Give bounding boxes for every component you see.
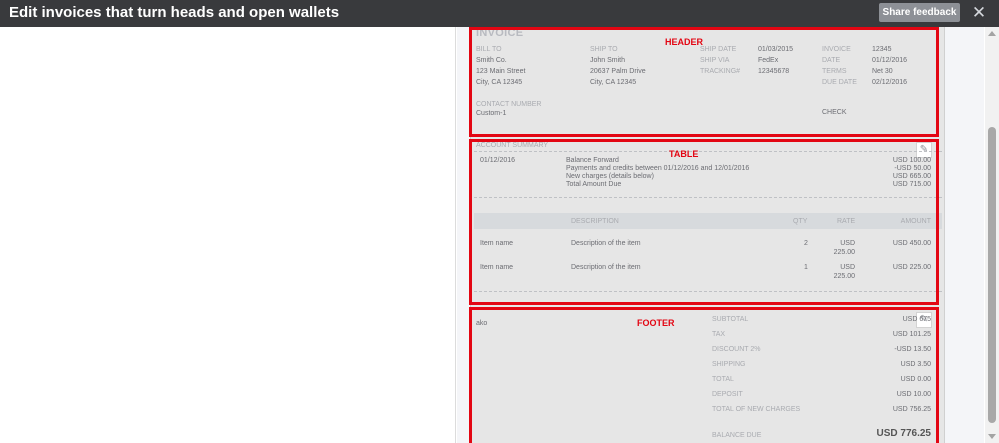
header-section[interactable]: INVOICE BILL TO Smith Co. 123 Main Stree…	[471, 27, 946, 135]
item-amount: USD 450.00	[892, 240, 931, 247]
item-qty: 1	[804, 264, 808, 271]
divider	[474, 151, 942, 152]
deposit-value: USD 10.00	[896, 391, 931, 398]
settings-panel	[0, 27, 456, 443]
ship-to-line: John Smith	[590, 57, 626, 64]
close-icon[interactable]: ✕	[969, 3, 989, 23]
invoice-number-value: 12345	[872, 46, 892, 53]
bill-to-line: City, CA 12345	[476, 79, 523, 86]
summary-line-text: Total Amount Due	[566, 181, 622, 188]
invoice-preview: INVOICE BILL TO Smith Co. 123 Main Stree…	[457, 27, 984, 443]
due-date-value: 02/12/2016	[872, 79, 908, 86]
new-charges-value: USD 756.25	[892, 406, 931, 413]
invoice-date-value: 01/12/2016	[872, 57, 908, 64]
terms-label: TERMS	[822, 68, 847, 75]
ship-to-line: 20637 Palm Drive	[590, 68, 646, 75]
contact-number-label: CONTACT NUMBER	[476, 101, 542, 108]
footer-annotation-label: FOOTER	[637, 318, 675, 328]
scrollbar[interactable]	[985, 27, 999, 443]
account-summary-title: ACCOUNT SUMMARY	[476, 142, 549, 149]
new-charges-label: TOTAL OF NEW CHARGES	[712, 406, 801, 413]
discount-label: DISCOUNT 2%	[712, 346, 761, 353]
ship-to-label: SHIP TO	[590, 46, 618, 53]
contact-number-value: Custom-1	[476, 110, 507, 117]
ship-date-value: 01/03/2015	[758, 46, 794, 53]
invoice-number-label: INVOICE	[822, 46, 851, 53]
item-rate-value: 225.00	[833, 273, 855, 280]
bill-to-label: BILL TO	[476, 46, 502, 53]
shipping-value: USD 3.50	[900, 361, 931, 368]
column-header-qty: QTY	[793, 218, 808, 225]
ship-to-line: City, CA 12345	[590, 79, 637, 86]
tracking-value: 12345678	[758, 68, 790, 75]
total-label: TOTAL	[712, 376, 734, 383]
scroll-down-arrow-icon[interactable]	[988, 434, 996, 439]
tax-value: USD 101.25	[892, 331, 931, 338]
invoice-date-label: DATE	[822, 57, 841, 64]
balance-due-label: BALANCE DUE	[712, 432, 762, 439]
bill-to-line: Smith Co.	[476, 57, 507, 64]
tax-label: TAX	[712, 331, 726, 338]
item-qty: 2	[804, 240, 808, 247]
item-description: Description of the item	[571, 240, 641, 247]
share-feedback-button[interactable]: Share feedback	[879, 3, 960, 22]
ship-date-label: SHIP DATE	[700, 46, 737, 53]
discount-value: -USD 13.50	[894, 346, 931, 353]
ship-via-label: SHIP VIA	[700, 57, 730, 64]
item-description: Description of the item	[571, 264, 641, 271]
subtotal-value: USD 675	[902, 316, 931, 323]
item-name: Item name	[480, 264, 514, 271]
check-label: CHECK	[822, 109, 847, 116]
invoice-title: INVOICE	[476, 27, 524, 39]
column-header-amount: AMOUNT	[900, 218, 931, 225]
due-date-label: DUE DATE	[822, 79, 857, 86]
footer-note: ako	[476, 320, 488, 327]
scrollbar-thumb[interactable]	[988, 127, 996, 423]
ship-via-value: FedEx	[758, 57, 779, 64]
balance-due-value: USD 776.25	[876, 428, 931, 439]
item-rate-currency: USD	[840, 240, 855, 247]
item-rate-currency: USD	[840, 264, 855, 271]
divider	[474, 291, 942, 292]
bill-to-line: 123 Main Street	[476, 68, 526, 75]
header-annotation-label: HEADER	[665, 37, 704, 47]
table-annotation-label: TABLE	[669, 149, 699, 159]
footer-section[interactable]: ako ✎ SUBTOTAL USD 675 TAX USD 101.25 DI…	[471, 307, 946, 443]
summary-line-amount: USD 715.00	[892, 181, 931, 188]
scroll-up-arrow-icon[interactable]	[988, 31, 996, 36]
summary-date: 01/12/2016	[480, 157, 516, 164]
shipping-label: SHIPPING	[712, 361, 746, 368]
item-rate-value: 225.00	[833, 249, 855, 256]
tracking-label: TRACKING#	[700, 68, 741, 75]
top-bar: Edit invoices that turn heads and open w…	[0, 0, 999, 27]
table-section[interactable]: ACCOUNT SUMMARY ✎ 01/12/2016 Balance For…	[471, 139, 946, 303]
terms-value: Net 30	[872, 68, 893, 75]
item-name: Item name	[480, 240, 514, 247]
items-table-header	[474, 213, 942, 229]
invoice-paper: INVOICE BILL TO Smith Co. 123 Main Stree…	[470, 27, 945, 443]
subtotal-label: SUBTOTAL	[712, 316, 749, 323]
column-header-rate: RATE	[837, 218, 856, 225]
total-value: USD 0.00	[900, 376, 931, 383]
divider	[474, 197, 942, 198]
page-title: Edit invoices that turn heads and open w…	[9, 4, 340, 21]
deposit-label: DEPOSIT	[712, 391, 743, 398]
column-header-description: DESCRIPTION	[571, 218, 619, 225]
item-amount: USD 225.00	[892, 264, 931, 271]
